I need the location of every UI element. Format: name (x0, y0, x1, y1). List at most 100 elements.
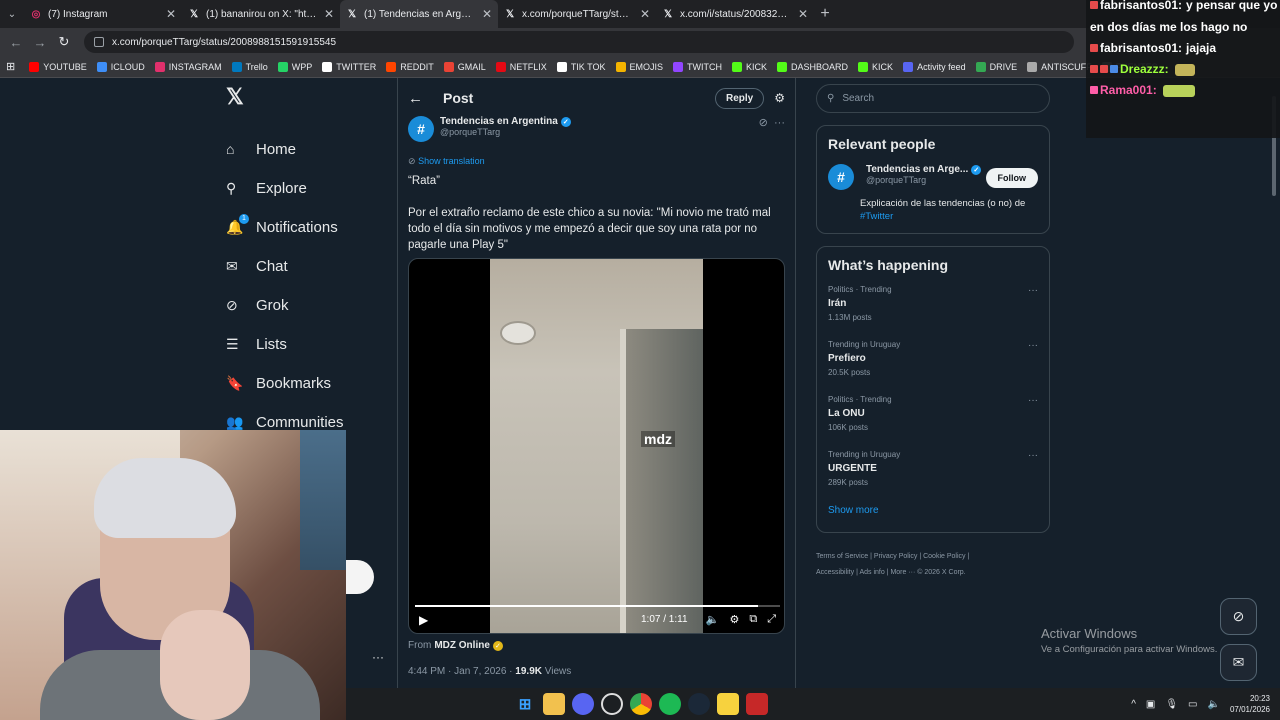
start-icon[interactable]: ⊞ (514, 693, 536, 715)
nav-item-home[interactable]: ⌂ Home (212, 130, 392, 169)
app-icon[interactable] (746, 693, 768, 715)
volume-icon[interactable]: 🔈 (706, 613, 720, 626)
bookmark-activity-feed[interactable]: Activity feed (903, 61, 966, 72)
video-progress-bar[interactable] (415, 605, 780, 607)
sliders-icon[interactable]: ⚙ (774, 91, 785, 105)
nav-item-bookmarks[interactable]: 🔖 Bookmarks (212, 364, 392, 403)
source-link[interactable]: MDZ Online (434, 640, 490, 651)
nav-item-lists[interactable]: ☰ Lists (212, 325, 392, 364)
nav-item-notifications[interactable]: 🔔 1 Notifications (212, 208, 392, 247)
bookmark-icloud[interactable]: ICLOUD (96, 61, 145, 72)
microphone-icon[interactable]: 🎙 (1165, 699, 1178, 710)
settings-icon[interactable]: ⚙ (729, 613, 739, 626)
sticky-notes-icon[interactable] (717, 693, 739, 715)
browser-tab-bananirou[interactable]: 𝕏 (1) bananirou on X: "https://t.co ✕ (182, 0, 340, 28)
avatar[interactable]: # (828, 164, 854, 190)
tray-app-icon[interactable]: ▣ (1146, 699, 1155, 710)
more-icon[interactable]: ··· (1028, 340, 1038, 351)
post-button-partial[interactable] (346, 560, 374, 594)
browser-tab-status-1[interactable]: 𝕏 x.com/porqueTTarg/status/2008 ✕ (498, 0, 656, 28)
spotify-icon[interactable] (659, 693, 681, 715)
show-translation-link[interactable]: ⊘ Show translation (408, 156, 795, 167)
play-icon[interactable]: ▶ (419, 613, 428, 627)
bookmark-youtube[interactable]: YOUTUBE (29, 61, 87, 72)
discord-icon[interactable] (572, 693, 594, 715)
close-icon[interactable]: ✕ (640, 7, 650, 21)
address-bar[interactable]: x.com/porqueTTarg/status/200898815159191… (84, 31, 1074, 53)
back-arrow-icon[interactable]: ← (4, 35, 28, 50)
close-icon[interactable]: ✕ (798, 7, 808, 21)
grok-fab-button[interactable]: ⊘ (1220, 598, 1257, 635)
bookmark-twitter[interactable]: TWITTER (322, 61, 376, 72)
site-info-icon[interactable] (94, 37, 104, 47)
reload-icon[interactable]: ↻ (52, 34, 76, 50)
bookmark-emojis[interactable]: EMOJIS (615, 61, 663, 72)
messages-fab-button[interactable]: ✉ (1220, 644, 1257, 681)
grok-icon[interactable]: ⊘ (759, 117, 768, 129)
chrome-icon[interactable] (630, 693, 652, 715)
bookmark-gmail[interactable]: GMAIL (443, 61, 486, 72)
browser-tab-tendencias[interactable]: 𝕏 (1) Tendencias en Argentina on ✕ (340, 0, 498, 28)
forward-arrow-icon[interactable]: → (28, 35, 52, 50)
browser-tab-status-2[interactable]: 𝕏 x.com/i/status/200832193568 ✕ (656, 0, 814, 28)
browser-tab-instagram[interactable]: ◎ (7) Instagram ✕ (24, 0, 182, 28)
new-tab-button[interactable]: + (814, 0, 836, 28)
bookmark-instagram[interactable]: INSTAGRAM (154, 61, 222, 72)
bookmark-trello[interactable]: Trello (231, 61, 268, 72)
bookmark-icon (556, 61, 567, 72)
x-logo-icon[interactable]: 𝕏 (226, 84, 392, 110)
trend-item[interactable]: Trending in Uruguay Prefiero 20.5K posts ··… (828, 340, 1038, 377)
bookmark-dashboard[interactable]: DASHBOARD (777, 61, 848, 72)
follow-button[interactable]: Follow (985, 168, 1038, 188)
tab-search-button[interactable]: ⌄ (0, 0, 24, 28)
footer-line[interactable]: Accessibility | Ads info | More ··· © 20… (816, 565, 1050, 581)
close-icon[interactable]: ✕ (166, 7, 176, 21)
network-icon[interactable]: ▭ (1188, 699, 1197, 710)
pip-icon[interactable]: ⧉ (749, 613, 757, 626)
bookmark-netflix[interactable]: NETFLIX (495, 61, 547, 72)
trend-item[interactable]: Politics · Trending La ONU 106K posts ··· (828, 395, 1038, 432)
relevant-person[interactable]: # Tendencias en Arge... ✓ @porqueTTarg Fo… (828, 164, 1038, 190)
scrollbar[interactable] (1270, 84, 1278, 684)
bookmark-kick[interactable]: KICK (732, 61, 767, 72)
author-handle[interactable]: @porqueTTarg (440, 127, 571, 137)
steam-icon[interactable] (688, 693, 710, 715)
more-icon[interactable]: ··· (1028, 395, 1038, 406)
bookmark-reddit[interactable]: REDDIT (386, 61, 434, 72)
trend-item[interactable]: Trending in Uruguay URGENTE 289K posts ··· (828, 450, 1038, 487)
search-input[interactable]: ⚲ Search (816, 84, 1050, 113)
bookmark-wpp[interactable]: WPP (277, 61, 312, 72)
reply-button[interactable]: Reply (715, 87, 765, 109)
bookmark-kick[interactable]: KICK (858, 61, 893, 72)
nav-item-chat[interactable]: ✉ Chat (212, 247, 392, 286)
more-icon[interactable]: ··· (1028, 285, 1038, 296)
more-icon[interactable]: ··· (1028, 450, 1038, 461)
apps-grid-icon[interactable]: ⊞ (6, 60, 15, 73)
fullscreen-icon[interactable]: ⤢ (767, 613, 776, 626)
avatar[interactable]: # (408, 116, 434, 142)
folder-icon[interactable] (543, 693, 565, 715)
nav-item-grok[interactable]: ⊘ Grok (212, 286, 392, 325)
author-name[interactable]: Tendencias en Argentina ✓ (440, 116, 571, 127)
obs-icon[interactable] (601, 693, 623, 715)
bookmark-drive[interactable]: DRIVE (975, 61, 1017, 72)
bookmark-antiscuff[interactable]: ANTISCUFF (1027, 61, 1092, 72)
video-player[interactable]: mdz ▶ 1:07 / 1:11 🔈 ⚙ ⧉ ⤢ (408, 258, 785, 634)
back-arrow-icon[interactable]: ← (408, 90, 423, 107)
nav-item-explore[interactable]: ⚲ Explore (212, 169, 392, 208)
close-icon[interactable]: ✕ (324, 7, 334, 21)
hashtag-link[interactable]: #Twitter (860, 211, 893, 222)
system-clock[interactable]: 20:23 07/01/2026 (1230, 693, 1270, 715)
trend-item[interactable]: Politics · Trending Irán 1.13M posts ··· (828, 285, 1038, 322)
bookmark-tik-tok[interactable]: TIK TOK (556, 61, 606, 72)
volume-icon[interactable]: 🔈 (1208, 699, 1220, 710)
footer-line[interactable]: Terms of Service | Privacy Policy | Cook… (816, 549, 1050, 565)
post-timestamp[interactable]: 4:44 PM · Jan 7, 2026 · (408, 666, 513, 677)
show-more-link[interactable]: Show more (828, 505, 1038, 516)
more-icon[interactable]: ··· (774, 117, 785, 129)
person-name[interactable]: Tendencias en Arge... ✓ (866, 164, 986, 175)
chevron-up-icon[interactable]: ^ (1131, 699, 1136, 710)
more-icon[interactable]: ··· (372, 650, 384, 664)
close-icon[interactable]: ✕ (482, 7, 492, 21)
bookmark-twitch[interactable]: TWITCH (673, 61, 722, 72)
